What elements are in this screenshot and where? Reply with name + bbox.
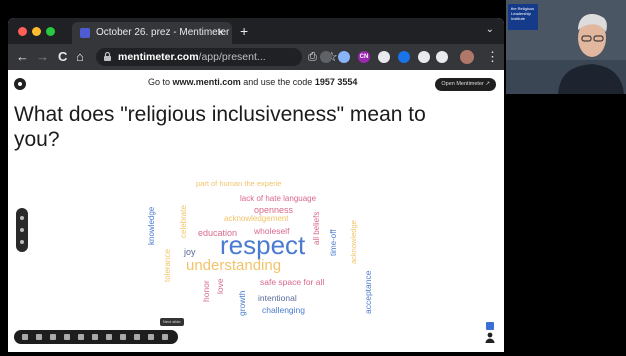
presenter-person-icon (506, 14, 626, 94)
new-tab-button[interactable]: + (240, 23, 248, 39)
mentimeter-presentation: Go to www.menti.com and use the code 195… (8, 70, 504, 352)
more-icon[interactable] (148, 334, 154, 340)
word-cloud-entry: all beliefs (312, 211, 321, 245)
close-window-button[interactable] (18, 27, 27, 36)
word-cloud-entry: part of human the experie (196, 179, 282, 188)
extension-2-icon[interactable] (338, 51, 350, 63)
browser-toolbar: ← → C ⌂ mentimeter.com/app/present... ⎙ … (8, 44, 504, 70)
screen: October 26. prez - Mentimeter × + ⌄ ← → … (0, 0, 626, 356)
word-cloud-entry: understanding (186, 257, 282, 274)
url-path: /app/present... (198, 51, 266, 63)
word-cloud-entry: safe space for all (260, 277, 325, 287)
word-cloud-entry: love (215, 278, 225, 294)
share-icon[interactable]: ⎙ (308, 49, 317, 65)
sidepanel-icon[interactable] (436, 51, 448, 63)
avatar-icon[interactable] (460, 50, 474, 64)
address-bar[interactable]: mentimeter.com/app/present... (96, 48, 302, 66)
minimize-window-button[interactable] (32, 27, 41, 36)
tab-search-chevron-icon[interactable]: ⌄ (486, 24, 494, 35)
extension-5-icon[interactable] (398, 51, 410, 63)
extension-cn-icon[interactable]: CN (358, 51, 370, 63)
browser-menu-icon[interactable]: ⋮ (486, 49, 499, 65)
word-cloud-entry: time-off (329, 229, 338, 256)
url-host: mentimeter.com (118, 51, 199, 63)
presenter-video: the Religious Leadership Institute (506, 0, 626, 94)
browser-tab[interactable]: October 26. prez - Mentimeter × (72, 22, 232, 44)
maximize-window-button[interactable] (46, 27, 55, 36)
extension-4-icon[interactable] (378, 51, 390, 63)
word-cloud: part of human the experie lack of hate la… (8, 70, 504, 352)
reload-icon[interactable]: C (58, 49, 67, 65)
qr-code-icon[interactable] (50, 334, 56, 340)
tab-bar: October 26. prez - Mentimeter × + ⌄ (8, 18, 504, 44)
grid-icon[interactable] (106, 334, 112, 340)
word-cloud-entry: lack of hate language (240, 194, 317, 203)
settings-icon[interactable] (36, 334, 42, 340)
next-slide-icon[interactable] (162, 334, 168, 340)
mentimeter-favicon-icon (80, 28, 90, 38)
word-cloud-entry: acknowledgement (224, 214, 289, 223)
next-slide-tooltip: Next slide (160, 318, 184, 326)
word-cloud-entry: acknowledge (349, 220, 358, 264)
lock-icon[interactable] (104, 52, 111, 61)
back-icon[interactable]: ← (16, 49, 29, 65)
tab-title: October 26. prez - Mentimeter (96, 27, 230, 38)
word-cloud-entry: joy (184, 247, 196, 257)
word-cloud-entry: acceptance (363, 270, 373, 314)
word-cloud-entry: celebrate (179, 205, 188, 238)
home-icon[interactable]: ⌂ (76, 49, 84, 65)
layout-icon[interactable] (120, 334, 126, 340)
timer-icon[interactable] (134, 334, 140, 340)
word-cloud-entry: tolerance (163, 249, 172, 282)
word-cloud-entry: honor (201, 280, 211, 302)
chat-icon[interactable] (92, 334, 98, 340)
word-cloud-entry: challenging (262, 305, 306, 315)
puzzle-icon[interactable] (418, 51, 430, 63)
comment-icon[interactable] (78, 334, 84, 340)
tab-close-icon[interactable]: × (217, 25, 224, 39)
word-cloud-entry: growth (237, 290, 247, 316)
word-cloud-entry: respect (220, 230, 306, 260)
word-cloud-entry: intentional (258, 293, 297, 303)
forward-icon[interactable]: → (36, 49, 49, 65)
participant-count-icon[interactable] (484, 322, 496, 344)
browser-window: October 26. prez - Mentimeter × + ⌄ ← → … (8, 18, 504, 352)
word-cloud-entry: knowledge (147, 206, 156, 245)
presenter-toolbar (14, 330, 178, 344)
url-text: mentimeter.com/app/present... (118, 51, 266, 63)
hand-icon[interactable] (64, 334, 70, 340)
fullscreen-icon[interactable] (22, 334, 28, 340)
extension-1-icon[interactable] (320, 51, 332, 63)
